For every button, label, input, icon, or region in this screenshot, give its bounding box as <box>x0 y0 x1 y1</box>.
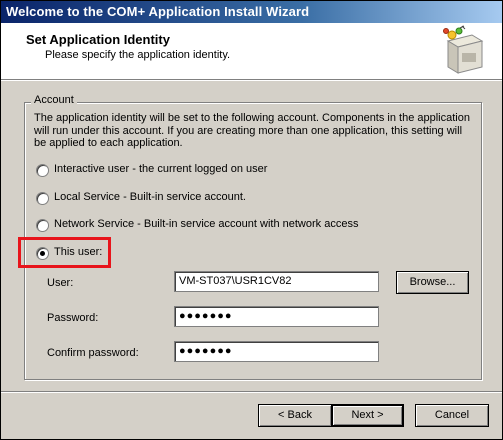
back-button[interactable]: < Back <box>258 404 332 427</box>
title-bar[interactable]: Welcome to the COM+ Application Install … <box>1 1 502 23</box>
radio-interactive-user[interactable]: Interactive user - the current logged on… <box>36 163 476 179</box>
radio-label: Local Service - Built-in service account… <box>54 191 246 203</box>
radio-network-service[interactable]: Network Service - Built-in service accou… <box>36 218 476 234</box>
header-separator-highlight <box>1 80 502 81</box>
footer-separator-highlight <box>1 392 502 393</box>
user-input[interactable]: VM-ST037\USR1CV82 <box>174 271 379 292</box>
user-label: User: <box>47 277 74 289</box>
browse-button[interactable]: Browse... <box>396 271 469 294</box>
account-description: The application identity will be set to … <box>34 112 470 149</box>
password-label: Password: <box>47 312 99 324</box>
cancel-button[interactable]: Cancel <box>415 404 489 427</box>
package-install-icon <box>443 25 484 74</box>
window-title: Welcome to the COM+ Application Install … <box>6 4 310 19</box>
page-title: Set Application Identity <box>26 32 170 47</box>
radio-local-service[interactable]: Local Service - Built-in service account… <box>36 191 476 207</box>
radio-circle[interactable] <box>36 192 49 205</box>
radio-circle[interactable] <box>36 219 49 232</box>
radio-circle[interactable] <box>36 164 49 177</box>
radio-label: Interactive user - the current logged on… <box>54 163 268 175</box>
account-legend: Account <box>31 94 77 106</box>
radio-label: Network Service - Built-in service accou… <box>54 218 359 230</box>
confirm-password-input[interactable]: ●●●●●●● <box>174 341 379 362</box>
page-subtitle: Please specify the application identity. <box>45 49 231 61</box>
wizard-header: Set Application Identity Please specify … <box>1 23 502 79</box>
password-input[interactable]: ●●●●●●● <box>174 306 379 327</box>
confirm-password-label: Confirm password: <box>47 347 139 359</box>
next-button[interactable]: Next > <box>331 404 404 427</box>
wizard-window: Welcome to the COM+ Application Install … <box>0 0 503 440</box>
annotation-highlight-box <box>18 237 111 268</box>
